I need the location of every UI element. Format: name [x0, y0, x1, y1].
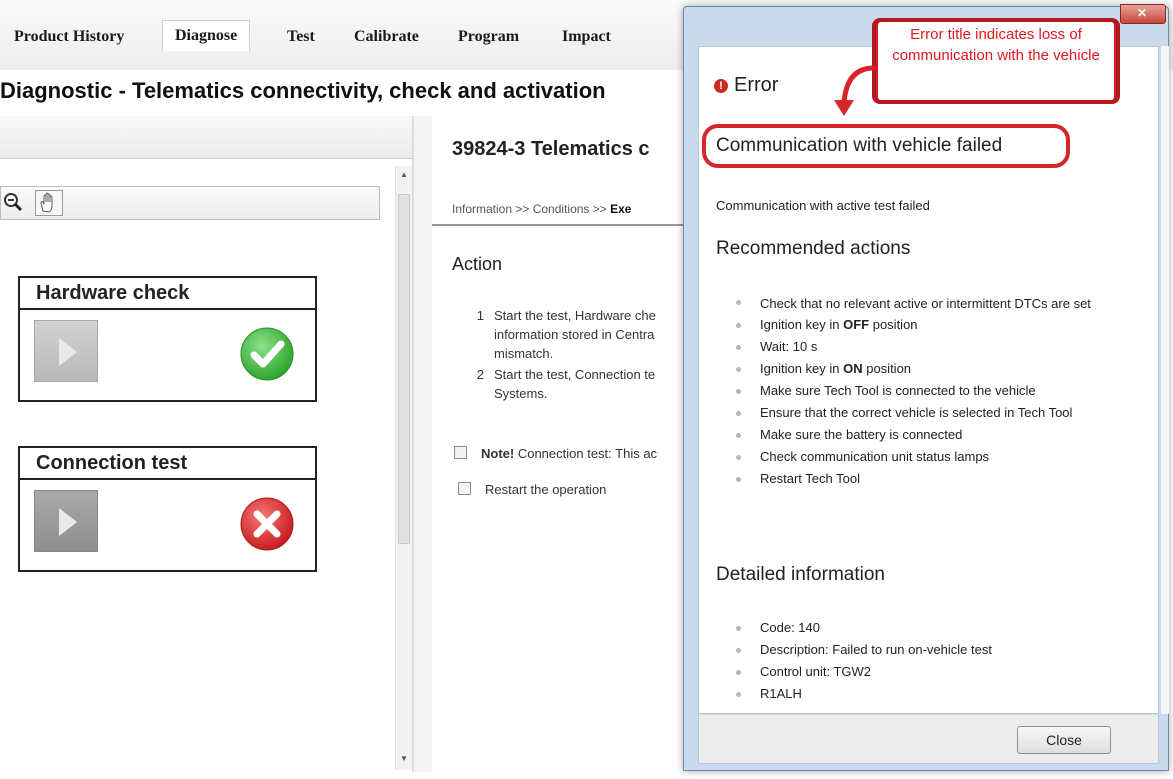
divider [432, 224, 702, 226]
error-x-icon [240, 497, 294, 551]
annotation-text: Error title indicates loss of communicat… [892, 26, 1100, 64]
close-button[interactable]: Close [1017, 726, 1111, 754]
detailed-information-list: Code: 140 Description: Failed to run on-… [734, 617, 1144, 705]
list-item: Check that no relevant active or intermi… [734, 292, 1144, 314]
page-title: Diagnostic - Telematics connectivity, ch… [0, 78, 606, 103]
tab-impact[interactable]: Impact [550, 26, 623, 48]
scrollbar-thumb[interactable] [398, 194, 410, 544]
restart-checkbox[interactable] [458, 482, 471, 495]
left-panel-scrollbar[interactable]: ▲ ▼ [395, 166, 412, 770]
annotation-arrow-icon [834, 65, 877, 116]
pan-hand-icon[interactable] [35, 190, 63, 216]
step-line: Start the test, Hardware che [494, 308, 656, 323]
tab-calibrate[interactable]: Calibrate [342, 26, 431, 48]
error-heading-highlight: Communication with vehicle failed [702, 124, 1070, 168]
test-title: 39824-3 Telematics c [452, 138, 650, 160]
card-title: Connection test [20, 448, 315, 480]
run-hardware-check-button[interactable] [34, 320, 98, 382]
error-icon: ! [714, 79, 728, 93]
detailed-information-heading: Detailed information [716, 564, 885, 585]
dialog-close-icon[interactable] [1120, 4, 1166, 24]
action-heading: Action [452, 254, 503, 274]
note-row: Note! Connection test: This ac [454, 446, 657, 461]
step-number: 2 [476, 367, 484, 382]
breadcrumb-current: Exe [610, 202, 632, 216]
step-line: information stored in Centra [494, 327, 655, 342]
error-heading: Communication with vehicle failed [716, 135, 1003, 156]
note-icon [454, 446, 467, 459]
step-item: 2 Start the test, Connection te Systems. [466, 365, 702, 403]
step-item: 1 Start the test, Hardware che informati… [466, 306, 702, 363]
recommended-actions-heading: Recommended actions [716, 238, 911, 259]
list-item: Wait: 10 s [734, 336, 1144, 358]
step-line: mismatch. [494, 346, 554, 361]
hardware-check-card: Hardware check [18, 276, 317, 402]
dialog-scrollbar[interactable] [1161, 46, 1169, 714]
list-item: Ensure that the correct vehicle is selec… [734, 402, 1144, 424]
panel-splitter[interactable] [413, 116, 433, 772]
tab-test[interactable]: Test [275, 26, 327, 48]
check-icon [240, 327, 294, 381]
tab-program[interactable]: Program [446, 26, 531, 48]
tab-product-history[interactable]: Product History [2, 26, 136, 48]
action-steps: 1 Start the test, Hardware che informati… [466, 306, 702, 405]
dialog-title-text: Error [734, 74, 779, 96]
dialog-title: ! Error [714, 74, 778, 97]
list-item: Make sure the battery is connected [734, 424, 1144, 446]
error-subtitle: Communication with active test failed [716, 198, 930, 213]
tab-diagnose[interactable]: Diagnose [162, 20, 251, 51]
step-line: Start the test, Connection te [494, 367, 656, 382]
step-number: 1 [476, 308, 484, 323]
scroll-up-icon[interactable]: ▲ [400, 170, 408, 179]
restart-row: Restart the operation [454, 482, 606, 497]
step-line: Systems. [494, 386, 548, 401]
restart-label: Restart the operation [485, 482, 607, 497]
zoom-toolbar [0, 186, 380, 220]
list-item: Check communication unit status lamps [734, 446, 1144, 468]
scroll-down-icon[interactable]: ▼ [400, 754, 408, 763]
recommended-actions-list: Check that no relevant active or intermi… [734, 292, 1144, 490]
breadcrumb: Information >> Conditions >> Exe [452, 202, 631, 216]
run-connection-test-button[interactable] [34, 490, 98, 552]
connection-test-card: Connection test [18, 446, 317, 572]
zoom-out-icon[interactable] [3, 192, 23, 212]
breadcrumb-path[interactable]: Information >> Conditions >> [452, 202, 610, 216]
list-item: R1ALH [734, 683, 1144, 705]
list-item: Code: 140 [734, 617, 1144, 639]
note-text: Connection test: This ac [514, 446, 658, 461]
list-item: Make sure Tech Tool is connected to the … [734, 380, 1144, 402]
list-item: Description: Failed to run on-vehicle te… [734, 639, 1144, 661]
test-detail-panel: 39824-3 Telematics c Information >> Cond… [432, 116, 702, 772]
panel-header [0, 116, 412, 159]
list-item: Control unit: TGW2 [734, 661, 1144, 683]
card-title: Hardware check [20, 278, 315, 310]
list-item: Restart Tech Tool [734, 468, 1144, 490]
list-item: Ignition key in OFF position [734, 314, 1144, 336]
list-item: Ignition key in ON position [734, 358, 1144, 380]
note-label: Note! [481, 446, 515, 461]
test-overview-panel: Hardware check Connection test ▲ ▼ [0, 116, 413, 772]
